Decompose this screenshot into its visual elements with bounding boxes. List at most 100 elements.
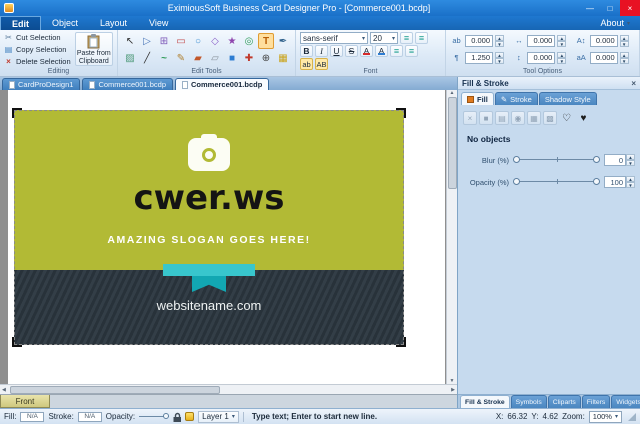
- paste-from-clipboard-button[interactable]: Paste from Clipboard: [75, 32, 113, 66]
- tab-object[interactable]: Object: [41, 16, 89, 30]
- offset-x-spinner[interactable]: ↔ 0.000 ▲▼: [512, 33, 572, 49]
- resize-grip[interactable]: [628, 413, 636, 421]
- bold-button[interactable]: B: [300, 45, 313, 57]
- business-card-object[interactable]: cwer.ws AMAZING SLOGAN GOES HERE! websit…: [14, 110, 404, 345]
- eraser-tool[interactable]: ▱: [207, 50, 223, 66]
- card-ribbon-bar[interactable]: [163, 264, 255, 276]
- eyedropper-tool[interactable]: ✚: [241, 50, 257, 66]
- spinner-arrows[interactable]: ▲▼: [557, 35, 566, 47]
- spinner-arrows[interactable]: ▲▼: [557, 52, 566, 64]
- horizontal-scroll-thumb[interactable]: [10, 386, 220, 394]
- fill-pattern-button[interactable]: ▦: [527, 111, 541, 125]
- panel-tab-stroke[interactable]: ✎ Stroke: [495, 92, 538, 105]
- panel-bottom-tab-fill-stroke[interactable]: Fill & Stroke: [460, 395, 510, 408]
- line-tool[interactable]: ╱: [139, 50, 155, 66]
- tab-edit[interactable]: Edit: [0, 16, 41, 30]
- favorite-outline-icon[interactable]: ♡: [559, 111, 574, 125]
- spiral-tool[interactable]: ◎: [241, 33, 257, 49]
- opacity-value[interactable]: 100: [604, 176, 626, 188]
- strikethrough-button[interactable]: S: [345, 45, 358, 57]
- line-spacing-spinner[interactable]: ¶ 1.250 ▲▼: [450, 50, 510, 66]
- spinner-arrows[interactable]: ▲▼: [495, 52, 504, 64]
- panel-tab-fill[interactable]: Fill: [461, 92, 494, 105]
- align-justify-button[interactable]: ≡: [405, 45, 418, 57]
- spinner-arrows[interactable]: ▲▼: [495, 35, 504, 47]
- doc-tab-cardprodesign1[interactable]: CardProDesign1: [2, 78, 80, 90]
- panel-bottom-tab-cliparts[interactable]: Cliparts: [548, 395, 581, 408]
- panel-close-icon[interactable]: ×: [631, 79, 636, 88]
- panel-bottom-tab-filters[interactable]: Filters: [582, 395, 611, 408]
- scroll-left-icon[interactable]: ◀: [0, 387, 8, 393]
- opacity-spinner[interactable]: 100 ▲▼: [604, 176, 635, 188]
- align-left-button[interactable]: ≡: [400, 32, 413, 44]
- fill-solid-button[interactable]: ■: [479, 111, 493, 125]
- copy-selection-button[interactable]: ▤ Copy Selection: [4, 44, 71, 54]
- fill-radial-gradient-button[interactable]: ◉: [511, 111, 525, 125]
- letter-spacing-value[interactable]: 0.000: [465, 35, 493, 47]
- camera-icon[interactable]: [188, 138, 230, 171]
- star-tool[interactable]: ★: [224, 33, 240, 49]
- kerning-spinner[interactable]: A↕ 0.000 ▲▼: [575, 33, 635, 49]
- font-size-select[interactable]: 20 ▾: [370, 32, 398, 44]
- opacity-slider-thumb[interactable]: [593, 178, 600, 185]
- design-page[interactable]: cwer.ws AMAZING SLOGAN GOES HERE! websit…: [8, 90, 445, 384]
- offset-y-value[interactable]: 0.000: [527, 52, 555, 64]
- maximize-button[interactable]: □: [600, 0, 620, 16]
- spinner-arrows[interactable]: ▲▼: [620, 52, 629, 64]
- favorite-solid-icon[interactable]: ♥: [576, 111, 591, 125]
- tab-view[interactable]: View: [138, 16, 179, 30]
- horizontal-scrollbar[interactable]: ◀ ▶: [0, 384, 457, 394]
- panel-tab-shadow-style[interactable]: Shadow Style: [539, 92, 597, 105]
- opacity-status-thumb[interactable]: [163, 413, 169, 419]
- doc-tab-commerce001-a[interactable]: Commerce001.bcdp: [82, 78, 173, 90]
- blur-slider-thumb[interactable]: [513, 156, 520, 163]
- brush-tool[interactable]: ▰: [190, 50, 206, 66]
- font-color-button[interactable]: A: [360, 45, 373, 57]
- opacity-slider[interactable]: [513, 176, 600, 188]
- rectangle-tool[interactable]: ▭: [173, 33, 189, 49]
- transform-tool[interactable]: ⊞: [156, 33, 172, 49]
- line-spacing-value[interactable]: 1.250: [465, 52, 493, 64]
- canvas-area[interactable]: cwer.ws AMAZING SLOGAN GOES HERE! websit…: [0, 90, 457, 384]
- ellipse-tool[interactable]: ○: [190, 33, 206, 49]
- scroll-up-icon[interactable]: ▲: [448, 90, 457, 96]
- vertical-scroll-thumb[interactable]: [448, 97, 457, 189]
- tab-layout[interactable]: Layout: [89, 16, 138, 30]
- scroll-right-icon[interactable]: ▶: [449, 387, 457, 393]
- pen-tool[interactable]: ✒: [275, 33, 291, 49]
- spinner-arrows[interactable]: ▲▼: [626, 154, 635, 166]
- panel-bottom-tab-widgets[interactable]: Widgets: [611, 395, 640, 408]
- opacity-status-slider[interactable]: [139, 412, 169, 422]
- doc-tab-commerce001-active[interactable]: Commerce001.bcdp: [175, 78, 269, 90]
- node-edit-tool[interactable]: ▷: [139, 33, 155, 49]
- card-brand-text[interactable]: cwer.ws: [14, 178, 404, 218]
- stroke-status-swatch[interactable]: N/A: [78, 412, 102, 422]
- font-family-select[interactable]: sans-serif ▾: [300, 32, 368, 44]
- card-slogan-text[interactable]: AMAZING SLOGAN GOES HERE!: [14, 234, 404, 246]
- baseline-value[interactable]: 0.000: [590, 52, 618, 64]
- fill-linear-gradient-button[interactable]: ▤: [495, 111, 509, 125]
- fill-tool[interactable]: ■: [224, 50, 240, 66]
- panel-bottom-tab-symbols[interactable]: Symbols: [511, 395, 547, 408]
- lock-icon[interactable]: [173, 412, 181, 422]
- zoom-tool[interactable]: ⊕: [258, 50, 274, 66]
- spinner-arrows[interactable]: ▲▼: [620, 35, 629, 47]
- delete-selection-button[interactable]: × Delete Selection: [4, 56, 71, 66]
- offset-x-value[interactable]: 0.000: [527, 35, 555, 47]
- layer-color-icon[interactable]: [185, 412, 194, 421]
- card-website-text[interactable]: websitename.com: [14, 298, 404, 313]
- zoom-select[interactable]: 100% ▾: [589, 411, 622, 423]
- highlight-color-button[interactable]: A: [375, 45, 388, 57]
- blur-value[interactable]: 0: [604, 154, 626, 166]
- curve-tool[interactable]: ~: [156, 50, 172, 66]
- underline-button[interactable]: U: [330, 45, 343, 57]
- fill-none-button[interactable]: ×: [463, 111, 477, 125]
- minimize-button[interactable]: —: [580, 0, 600, 16]
- pencil-tool[interactable]: ✎: [173, 50, 189, 66]
- layer-select[interactable]: Layer 1 ▾: [198, 411, 239, 423]
- grid-tool[interactable]: ▦: [275, 50, 291, 66]
- kerning-value[interactable]: 0.000: [590, 35, 618, 47]
- fill-status-swatch[interactable]: N/A: [20, 412, 44, 422]
- spinner-arrows[interactable]: ▲▼: [626, 176, 635, 188]
- offset-y-spinner[interactable]: ↕ 0.000 ▲▼: [512, 50, 572, 66]
